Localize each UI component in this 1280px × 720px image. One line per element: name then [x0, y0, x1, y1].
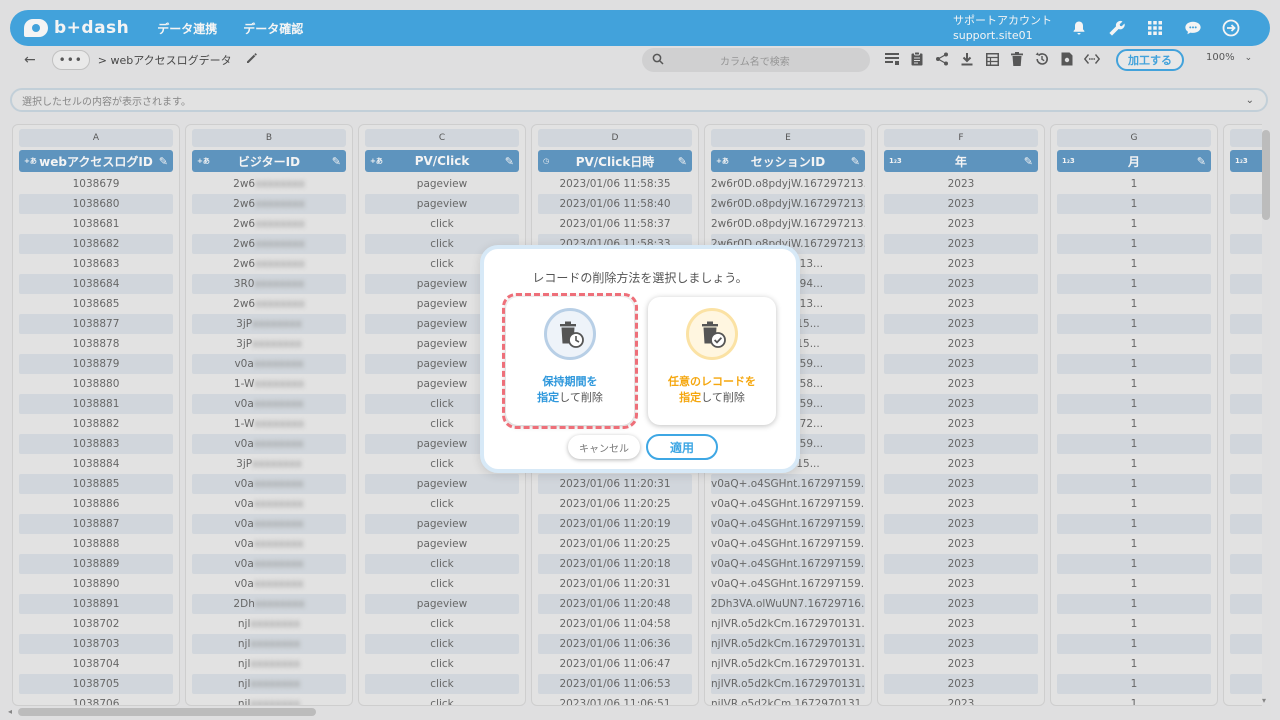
option-arbitrary-line1: 任意のレコードを — [668, 375, 756, 388]
option-arbitrary-label: 任意のレコードを 指定して削除 — [648, 374, 776, 406]
cancel-button[interactable]: キャンセル — [568, 435, 640, 459]
apply-button[interactable]: 適用 — [646, 434, 718, 460]
option-retention-period[interactable]: 保持期間を 指定して削除 — [506, 297, 634, 425]
option-retention-line1: 保持期間を — [542, 375, 598, 388]
option-arbitrary-accent: 指定 — [679, 391, 702, 404]
option-retention-rest: して削除 — [559, 391, 603, 404]
dialog-title: レコードの削除方法を選択しましょう。 — [532, 271, 748, 285]
trash-check-icon — [686, 308, 738, 360]
option-retention-label: 保持期間を 指定して削除 — [506, 374, 634, 406]
trash-clock-icon — [544, 308, 596, 360]
option-arbitrary-records[interactable]: 任意のレコードを 指定して削除 — [648, 297, 776, 425]
delete-method-dialog: レコードの削除方法を選択しましょう。 保持期間を 指定して削除 任意のレコードを… — [480, 245, 800, 473]
option-retention-accent: 指定 — [537, 391, 560, 404]
option-arbitrary-rest: して削除 — [701, 391, 745, 404]
